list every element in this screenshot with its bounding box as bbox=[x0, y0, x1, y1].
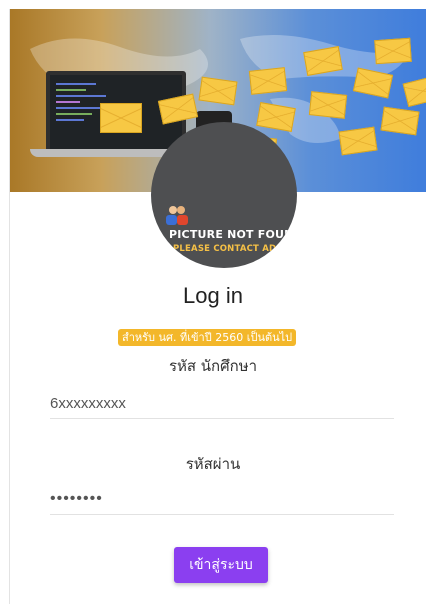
envelope-icon bbox=[100, 103, 142, 133]
envelope-icon bbox=[380, 106, 420, 136]
avatar: PICTURE NOT FOUND PLEASE CONTACT ADMIN bbox=[151, 122, 297, 268]
login-title: Log in bbox=[183, 283, 243, 308]
password-label: รหัสผ่าน bbox=[185, 455, 241, 473]
envelope-icon bbox=[248, 67, 288, 95]
avatar-placeholder-text: PICTURE NOT FOUND bbox=[169, 228, 297, 241]
avatar-placeholder-subtext: PLEASE CONTACT ADMIN bbox=[173, 244, 296, 254]
student-id-input[interactable] bbox=[50, 388, 394, 419]
users-icon bbox=[166, 206, 188, 225]
password-input[interactable] bbox=[50, 484, 394, 515]
notice-badge: สำหรับ นศ. ที่เข้าปี 2560 เป็นต้นไป bbox=[118, 329, 297, 346]
student-id-label: รหัส นักศึกษา bbox=[168, 357, 258, 375]
login-button[interactable]: เข้าสู่ระบบ bbox=[174, 547, 268, 583]
envelope-icon bbox=[374, 37, 412, 65]
envelope-icon bbox=[338, 126, 378, 156]
envelope-icon bbox=[308, 91, 348, 119]
envelope-icon bbox=[198, 76, 238, 106]
